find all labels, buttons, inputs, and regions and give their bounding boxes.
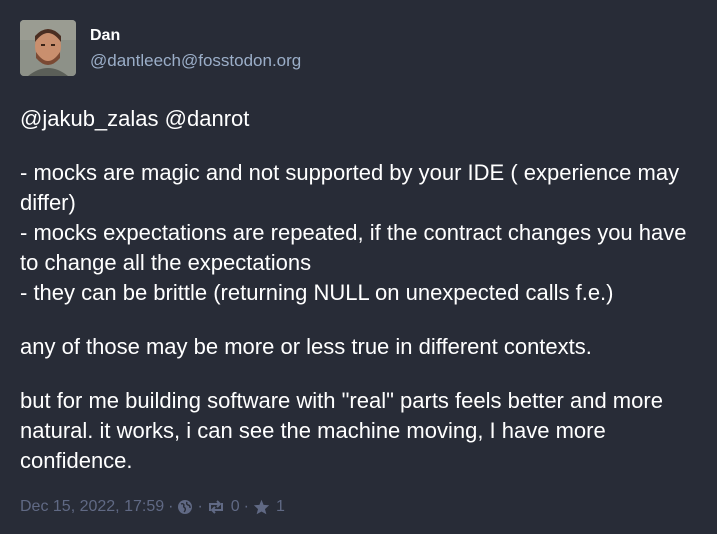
star-icon[interactable]: [253, 499, 270, 515]
separator: ·: [197, 498, 203, 515]
retweet-icon[interactable]: [207, 500, 225, 514]
status-post: Dan @dantleech@fosstodon.org @jakub_zala…: [0, 0, 717, 534]
author-names: Dan @dantleech@fosstodon.org: [90, 26, 301, 72]
status-content: @jakub_zalas @danrot - mocks are magic a…: [20, 104, 700, 476]
avatar-image: [20, 20, 76, 76]
timestamp[interactable]: Dec 15, 2022, 17:59: [20, 496, 164, 518]
boost-count: 0: [230, 498, 240, 515]
mentions-line: @jakub_zalas @danrot: [20, 104, 700, 134]
mention-link[interactable]: @danrot: [165, 106, 250, 131]
content-paragraph: but for me building software with "real"…: [20, 388, 663, 473]
content-paragraph: any of those may be more or less true in…: [20, 334, 592, 359]
separator: ·: [243, 498, 249, 515]
bullet-item: - mocks expectations are repeated, if th…: [20, 220, 687, 275]
avatar[interactable]: [20, 20, 76, 76]
status-header: Dan @dantleech@fosstodon.org: [20, 20, 717, 78]
bullet-item: - they can be brittle (returning NULL on…: [20, 280, 614, 305]
bullet-item: - mocks are magic and not supported by y…: [20, 160, 680, 215]
bullet-list: - mocks are magic and not supported by y…: [20, 158, 700, 308]
account-handle[interactable]: @dantleech@fosstodon.org: [90, 50, 301, 72]
favourite-count: 1: [276, 498, 285, 515]
globe-icon: [177, 499, 193, 515]
display-name[interactable]: Dan: [90, 26, 301, 46]
separator: ·: [168, 498, 174, 515]
mention-link[interactable]: @jakub_zalas: [20, 106, 159, 131]
status-meta: Dec 15, 2022, 17:59 · · 0 · 1: [20, 496, 285, 518]
